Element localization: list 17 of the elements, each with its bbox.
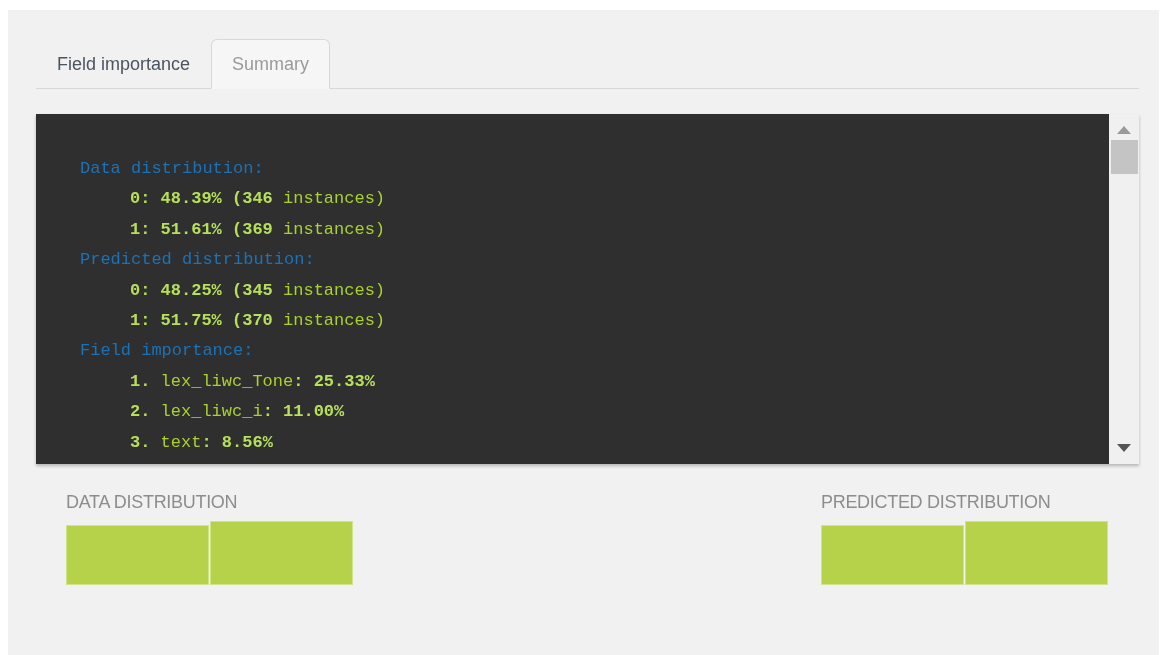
summary-heading: Field importance: — [80, 341, 254, 361]
scrollbar-thumb[interactable] — [1110, 140, 1138, 174]
scroll-up-icon[interactable] — [1117, 126, 1131, 134]
summary-heading: Predicted distribution: — [80, 250, 315, 270]
scrollbar[interactable] — [1109, 114, 1139, 464]
summary-entry: 1: 51.75% (370 instances) — [130, 310, 386, 330]
summary-entry: 1: 51.61% (369 instances) — [130, 219, 386, 239]
summary-entry: 0: 48.25% (345 instances) — [130, 280, 386, 300]
summary-entry: 1. lex_liwc_Tone: 25.33% — [130, 371, 375, 391]
distribution-title: DATA DISTRIBUTION — [66, 492, 239, 513]
summary-entry: 0: 48.39% (346 instances) — [130, 189, 386, 209]
summary-entry: 2. lex_liwc_i: 11.00% — [130, 402, 345, 422]
scroll-down-icon[interactable] — [1117, 444, 1131, 452]
summary-entry: 3. text: 8.56% — [130, 432, 273, 452]
tab[interactable]: Field importance — [36, 39, 212, 89]
summary-heading: Data distribution: — [80, 159, 264, 178]
distribution-title: PREDICTED DISTRIBUTION — [821, 492, 1052, 513]
